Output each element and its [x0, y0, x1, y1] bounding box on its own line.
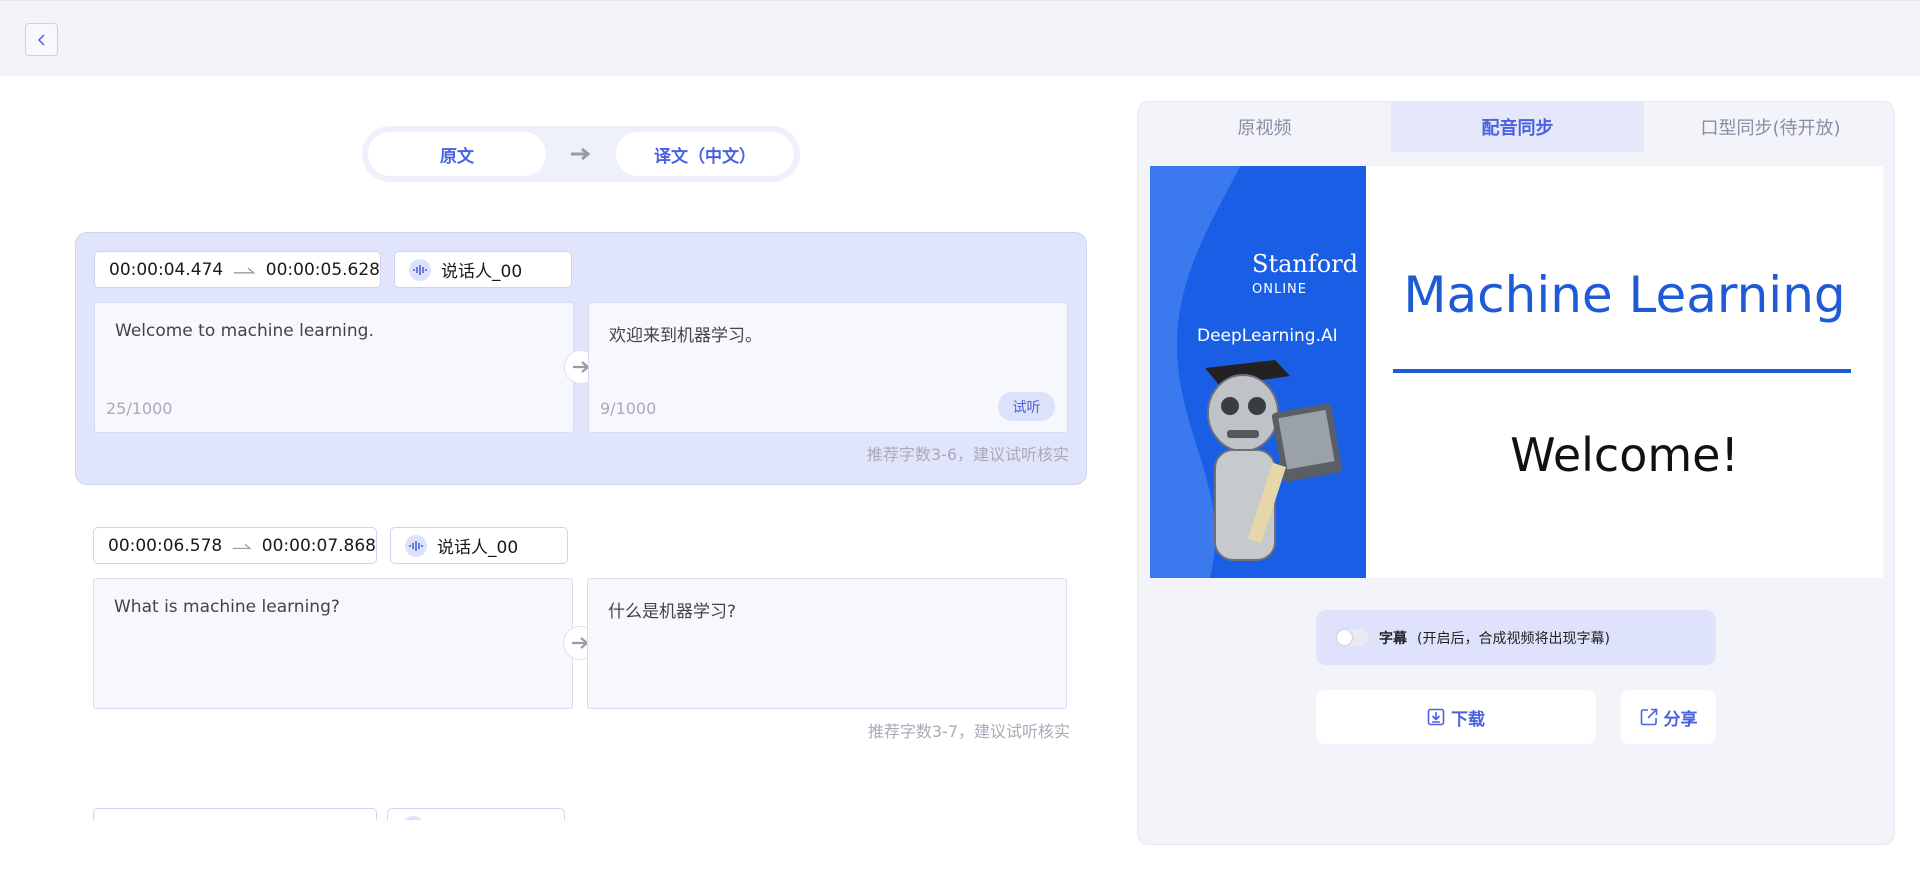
end-time: 00:00:07.868 [261, 535, 376, 556]
source-text: What is machine learning? [114, 597, 340, 617]
start-time: 00:00:06.578 [108, 535, 223, 556]
arrow-right-icon [571, 147, 591, 161]
title-divider [1393, 369, 1851, 373]
time-range-chip[interactable]: 00:00:06.578 00:00:07.868 [93, 527, 377, 564]
length-hint: 推荐字数3-7，建议试听核实 [867, 722, 1070, 741]
download-button[interactable]: 下载 [1316, 690, 1596, 744]
speaker-chip[interactable]: 说话人_00 [394, 251, 572, 288]
tab-lip-sync[interactable]: 口型同步(待开放) [1644, 102, 1894, 152]
video-sidebar: Stanford ONLINE DeepLearning.AI [1150, 166, 1366, 578]
subtitle-toggle[interactable] [1336, 629, 1369, 646]
download-icon [1427, 708, 1445, 726]
arrow-right-icon [233, 543, 252, 549]
target-text-box[interactable]: 欢迎来到机器学习。 9/1000 试听 [588, 302, 1068, 433]
segment-3[interactable] [75, 790, 1087, 820]
back-button[interactable] [25, 23, 58, 56]
speaker-name: 说话人_00 [437, 538, 519, 558]
tab-original-video[interactable]: 原视频 [1138, 102, 1391, 152]
share-button[interactable]: 分享 [1621, 690, 1716, 744]
target-text: 欢迎来到机器学习。 [609, 326, 762, 346]
segment-1[interactable]: 00:00:04.474 00:00:05.628 说话人_00 Welcome… [75, 232, 1087, 485]
video-preview[interactable]: Stanford ONLINE DeepLearning.AI Machine … [1150, 166, 1883, 578]
speaker-chip[interactable] [387, 808, 565, 820]
share-label: 分享 [1663, 709, 1698, 730]
video-welcome-text: Welcome! [1510, 428, 1739, 482]
deeplearning-ai-text: DeepLearning.AI [1197, 326, 1338, 346]
source-text-box[interactable]: Welcome to machine learning. 25/1000 [94, 302, 574, 433]
listen-button[interactable]: 试听 [998, 392, 1055, 421]
source-language-tab[interactable]: 原文 [368, 132, 546, 176]
tab-dubbing-sync[interactable]: 配音同步 [1391, 102, 1644, 152]
length-hint: 推荐字数3-6，建议试听核实 [866, 445, 1069, 464]
video-title: Machine Learning [1403, 266, 1846, 324]
time-range-chip[interactable]: 00:00:04.474 00:00:05.628 [94, 251, 381, 288]
back-chevron-icon [37, 33, 45, 46]
subtitle-bar: 字幕 (开启后，合成视频将出现字幕) [1316, 610, 1716, 665]
target-text: 什么是机器学习? [608, 602, 737, 622]
speaker-chip[interactable]: 说话人_00 [390, 527, 568, 564]
start-time: 00:00:04.474 [109, 259, 224, 280]
audio-wave-icon [409, 258, 431, 281]
target-text-box[interactable]: 什么是机器学习? [587, 578, 1067, 709]
segment-2[interactable]: 00:00:06.578 00:00:07.868 说话人_00 What is… [75, 509, 1087, 749]
top-bar [0, 0, 1920, 76]
time-range-chip[interactable] [93, 808, 377, 820]
audio-wave-icon [402, 815, 424, 820]
preview-panel: 原视频 配音同步 口型同步(待开放) Stanford ONLINE DeepL… [1137, 101, 1895, 845]
arrow-right-icon [234, 267, 256, 274]
char-count: 9/1000 [600, 399, 657, 418]
online-text: ONLINE [1252, 282, 1307, 297]
end-time: 00:00:05.628 [265, 259, 380, 280]
speaker-name: 说话人_00 [441, 262, 523, 282]
source-text: Welcome to machine learning. [115, 321, 374, 341]
audio-wave-icon [405, 534, 427, 557]
language-toggle: 原文 译文（中文） [362, 126, 800, 182]
target-language-tab[interactable]: 译文（中文） [616, 132, 794, 176]
stanford-logo-text: Stanford [1252, 250, 1359, 278]
robot-illustration [1205, 360, 1342, 561]
share-icon [1640, 708, 1657, 726]
subtitle-note: (开启后，合成视频将出现字幕) [1417, 630, 1610, 647]
source-text-box[interactable]: What is machine learning? [93, 578, 573, 709]
download-label: 下载 [1451, 709, 1485, 730]
char-count: 25/1000 [106, 399, 173, 418]
subtitle-label: 字幕 [1379, 630, 1407, 647]
